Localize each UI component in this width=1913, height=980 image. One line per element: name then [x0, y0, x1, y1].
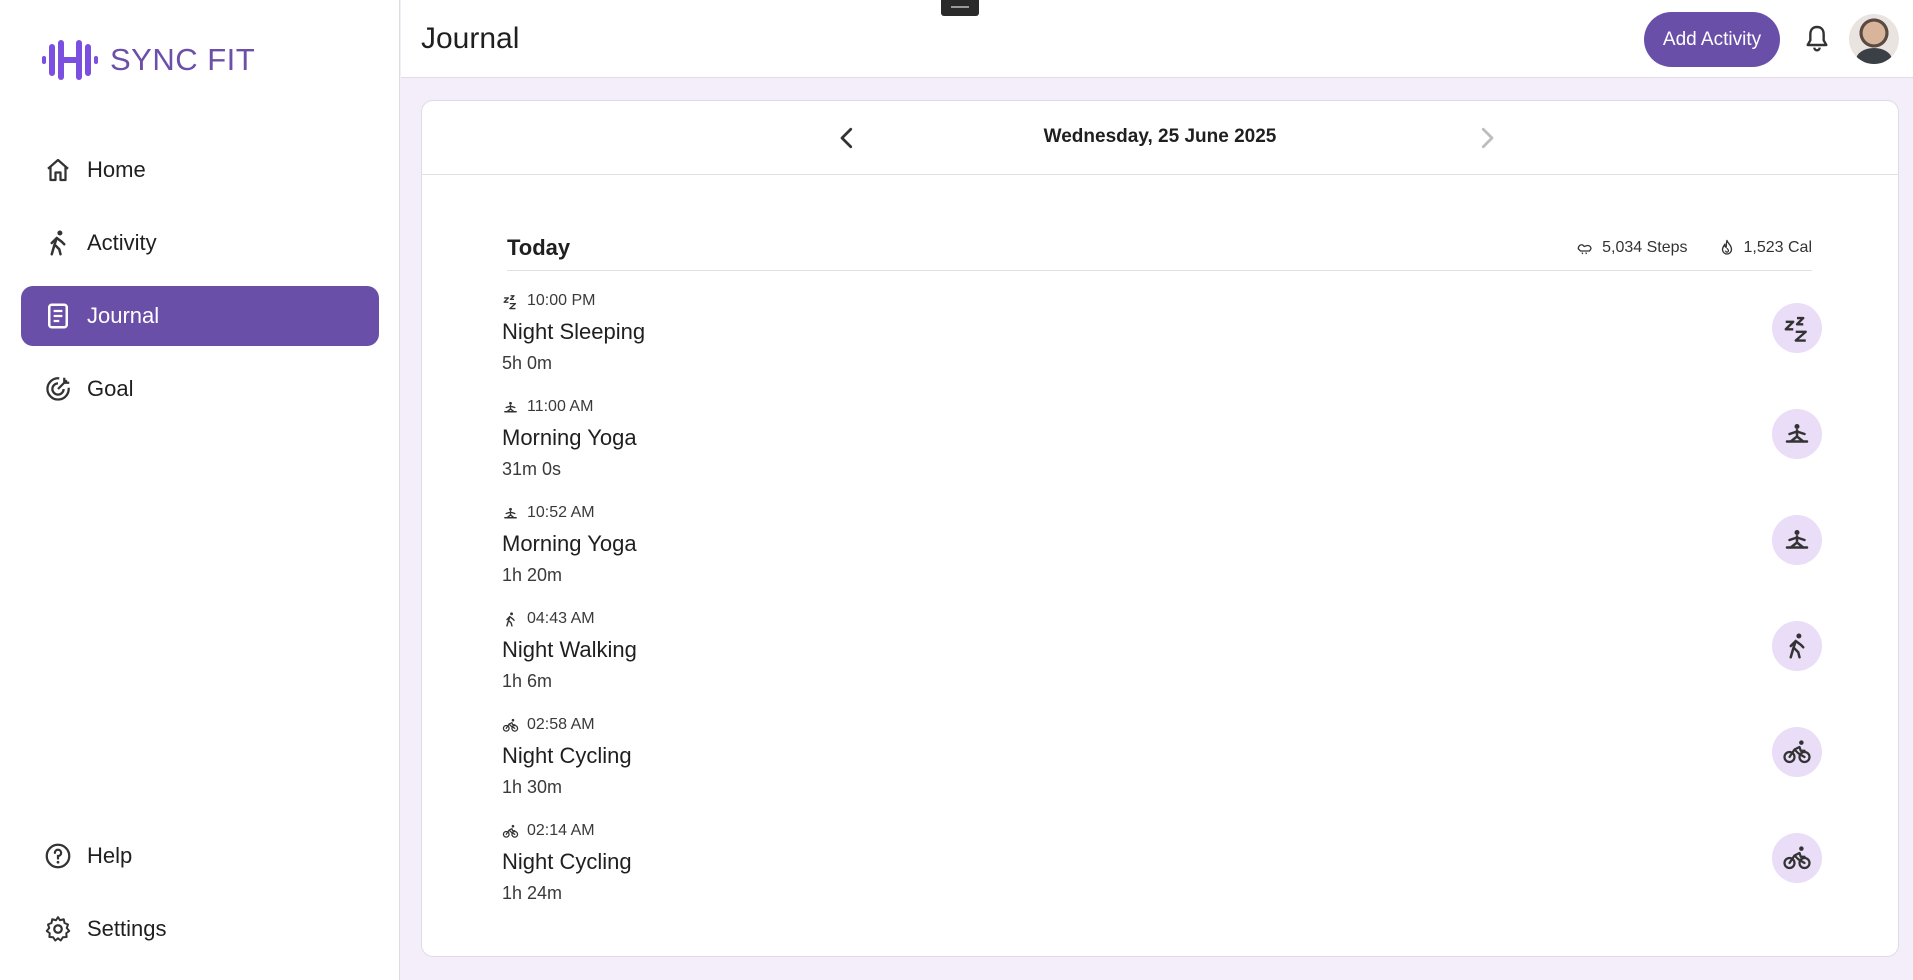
entry-title: Night Walking	[502, 637, 637, 662]
sleep-icon	[502, 293, 519, 310]
page-title: Journal	[421, 22, 520, 55]
steps-count: 5,034 Steps	[1602, 239, 1688, 256]
activity-badge	[1772, 833, 1822, 883]
entry-title: Night Cycling	[502, 849, 632, 874]
activity-list: 10:00 PM Night Sleeping 5h 0m 11:00 AM M…	[502, 291, 1822, 927]
chevron-right-icon	[1481, 127, 1494, 149]
journal-icon	[43, 301, 73, 331]
entry-time: 10:00 PM	[527, 292, 596, 309]
sidebar-item-label: Home	[87, 157, 146, 182]
target-icon	[43, 374, 73, 404]
sidebar-item-label: Goal	[87, 376, 134, 401]
list-item[interactable]: 04:43 AM Night Walking 1h 6m	[502, 609, 1822, 715]
yoga-icon	[1782, 419, 1812, 449]
bike-icon	[502, 717, 519, 734]
entry-title: Morning Yoga	[502, 425, 637, 450]
main-nav: Home Activity Journal Goal	[21, 140, 379, 432]
avatar[interactable]	[1849, 14, 1899, 64]
brand-logo[interactable]: SYNC FIT	[40, 36, 255, 84]
entry-title: Night Cycling	[502, 743, 632, 768]
entry-duration: 1h 24m	[502, 883, 563, 903]
day-title: Today	[507, 235, 571, 260]
walk-icon	[502, 611, 519, 628]
activity-badge	[1772, 303, 1822, 353]
entry-title: Night Sleeping	[502, 319, 646, 344]
activity-badge	[1772, 621, 1822, 671]
dumbbell-icon	[42, 40, 98, 80]
sidebar-item-home[interactable]: Home	[21, 140, 379, 200]
yoga-icon	[502, 399, 519, 416]
list-item[interactable]: 02:14 AM Night Cycling 1h 24m	[502, 821, 1822, 927]
sidebar-item-journal[interactable]: Journal	[21, 286, 379, 346]
sidebar-item-goal[interactable]: Goal	[21, 359, 379, 419]
activity-badge	[1772, 727, 1822, 777]
day-summary-header: Today 5,034 Steps 1,523 Cal	[507, 231, 1812, 271]
add-activity-button[interactable]: Add Activity	[1644, 12, 1780, 67]
sidebar-item-activity[interactable]: Activity	[21, 213, 379, 273]
brand-name: SYNC FIT	[110, 42, 256, 77]
bike-icon	[502, 823, 519, 840]
secondary-nav: Help Settings	[21, 826, 379, 972]
entry-time: 11:00 AM	[527, 398, 594, 415]
sidebar-item-label: Settings	[87, 916, 167, 941]
walk-icon	[43, 228, 73, 258]
current-date: Wednesday, 25 June 2025	[1043, 126, 1277, 147]
bike-icon	[1782, 737, 1812, 767]
entry-duration: 1h 30m	[502, 777, 563, 797]
help-icon	[43, 841, 73, 871]
list-item[interactable]: 02:58 AM Night Cycling 1h 30m	[502, 715, 1822, 821]
sidebar-item-label: Help	[87, 843, 133, 868]
date-navigator: Wednesday, 25 June 2025	[422, 101, 1898, 175]
top-bar: Journal Add Activity	[401, 0, 1913, 78]
sidebar: SYNC FIT Home Activity Journal Goal Help…	[0, 0, 400, 980]
entry-duration: 1h 6m	[502, 671, 553, 691]
flame-icon	[1718, 239, 1736, 257]
calories-count: 1,523 Cal	[1743, 239, 1813, 256]
entry-time: 04:43 AM	[527, 610, 595, 627]
bell-icon[interactable]	[1801, 22, 1833, 56]
list-item[interactable]: 11:00 AM Morning Yoga 31m 0s	[502, 397, 1822, 503]
home-icon	[43, 155, 73, 185]
shoe-icon	[1576, 239, 1594, 257]
bike-icon	[1782, 843, 1812, 873]
next-day-button[interactable]	[1472, 123, 1502, 153]
walk-icon	[1782, 631, 1812, 661]
drag-handle[interactable]	[941, 0, 979, 16]
activity-badge	[1772, 515, 1822, 565]
sidebar-item-label: Activity	[87, 230, 157, 255]
entry-time: 02:58 AM	[527, 716, 595, 733]
yoga-icon	[1782, 525, 1812, 555]
sleep-icon	[1782, 313, 1812, 343]
entry-duration: 31m 0s	[502, 459, 562, 479]
list-item[interactable]: 10:52 AM Morning Yoga 1h 20m	[502, 503, 1822, 609]
entry-duration: 5h 0m	[502, 353, 553, 373]
activity-badge	[1772, 409, 1822, 459]
yoga-icon	[502, 505, 519, 522]
list-item[interactable]: 10:00 PM Night Sleeping 5h 0m	[502, 291, 1822, 397]
entry-time: 10:52 AM	[527, 504, 595, 521]
entry-title: Morning Yoga	[502, 531, 637, 556]
entry-time: 02:14 AM	[527, 822, 595, 839]
gear-icon	[43, 914, 73, 944]
sidebar-item-settings[interactable]: Settings	[21, 899, 379, 959]
journal-card: Wednesday, 25 June 2025 Today 5,034 Step…	[421, 100, 1899, 957]
sidebar-item-help[interactable]: Help	[21, 826, 379, 886]
sidebar-item-label: Journal	[87, 303, 160, 328]
day-stats: 5,034 Steps 1,523 Cal	[1576, 239, 1812, 257]
entry-duration: 1h 20m	[502, 565, 563, 585]
